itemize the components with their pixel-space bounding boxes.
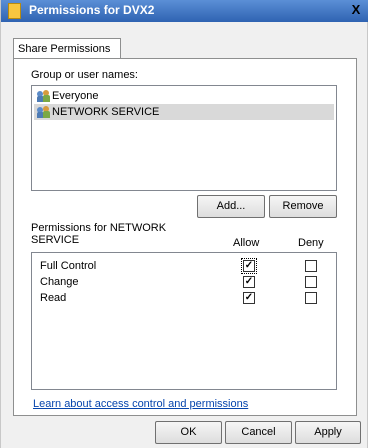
- allow-checkbox-full-control[interactable]: ✓: [241, 258, 257, 274]
- tab-panel: Group or user names: Everyone NETWORK SE…: [13, 58, 357, 416]
- folder-icon: [8, 3, 21, 19]
- ok-button[interactable]: OK: [155, 421, 222, 444]
- deny-column-header: Deny: [298, 237, 324, 249]
- list-item-everyone[interactable]: Everyone: [34, 88, 334, 104]
- deny-checkbox-change[interactable]: [305, 276, 317, 288]
- permission-row-read: Read ✓: [32, 290, 336, 306]
- permission-name: Read: [40, 292, 67, 304]
- tab-share-permissions[interactable]: Share Permissions: [13, 38, 121, 59]
- user-name: Everyone: [52, 90, 99, 102]
- group-names-label: Group or user names:: [31, 69, 138, 81]
- title-bar: Permissions for DVX2 X: [1, 0, 368, 22]
- permissions-header: Permissions for NETWORK SERVICE: [31, 222, 167, 246]
- users-list[interactable]: Everyone NETWORK SERVICE: [31, 85, 337, 191]
- permission-name: Full Control: [40, 260, 97, 272]
- close-button[interactable]: X: [347, 2, 365, 18]
- permission-name: Change: [40, 276, 79, 288]
- users-icon: [37, 90, 50, 102]
- window-title: Permissions for DVX2: [29, 3, 155, 17]
- apply-button[interactable]: Apply: [295, 421, 361, 444]
- learn-more-link[interactable]: Learn about access control and permissio…: [33, 398, 248, 410]
- remove-button[interactable]: Remove: [269, 195, 337, 218]
- allow-checkbox-change[interactable]: ✓: [243, 276, 255, 288]
- allow-checkbox-read[interactable]: ✓: [243, 292, 255, 304]
- add-button[interactable]: Add...: [197, 195, 265, 218]
- permission-row-change: Change ✓: [32, 274, 336, 290]
- deny-checkbox-read[interactable]: [305, 292, 317, 304]
- users-icon: [37, 106, 50, 118]
- permissions-dialog: Permissions for DVX2 X Share Permissions…: [0, 0, 368, 448]
- deny-checkbox-full-control[interactable]: [305, 260, 317, 272]
- user-name: NETWORK SERVICE: [52, 106, 160, 118]
- list-item-network-service[interactable]: NETWORK SERVICE: [34, 104, 334, 120]
- allow-column-header: Allow: [233, 237, 260, 249]
- permissions-table: Full Control ✓ Change ✓ Read ✓: [31, 252, 337, 390]
- permission-row-full-control: Full Control ✓: [32, 258, 336, 274]
- cancel-button[interactable]: Cancel: [225, 421, 292, 444]
